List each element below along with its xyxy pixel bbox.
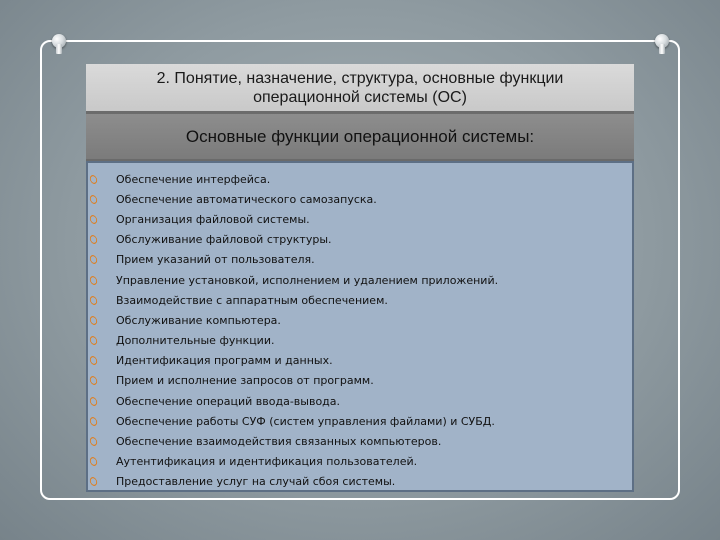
title-line-2: операционной системы (ОС) — [253, 88, 467, 106]
bullet-icon — [88, 274, 99, 286]
list-item: Обслуживание файловой структуры. — [88, 230, 632, 250]
bullet-icon — [88, 254, 99, 266]
functions-list: Обеспечение интерфейса. Обеспечение авто… — [88, 163, 632, 492]
list-item: Обеспечение автоматического самозапуска. — [88, 189, 632, 209]
list-item: Идентификация программ и данных. — [88, 351, 632, 371]
subtitle-text: Основные функции операционной системы: — [185, 126, 535, 146]
list-item: Управление установкой, исполнением и уда… — [88, 270, 632, 290]
list-item: Дополнительные функции. — [88, 331, 632, 351]
functions-list-panel: Обеспечение интерфейса. Обеспечение авто… — [86, 161, 634, 492]
bullet-icon — [88, 213, 99, 225]
bullet-icon — [88, 335, 99, 347]
bullet-icon — [88, 314, 99, 326]
list-item: Обеспечение операций ввода-вывода. — [88, 391, 632, 411]
title-line-1: 2. Понятие, назначение, структура, основ… — [156, 69, 564, 87]
list-item: Обеспечение интерфейса. — [88, 169, 632, 189]
bullet-icon — [88, 294, 99, 306]
list-item: Обслуживание компьютера. — [88, 310, 632, 330]
bullet-icon — [88, 375, 99, 387]
list-item: Обеспечение взаимодействия связанных ком… — [88, 431, 632, 451]
bullet-icon — [88, 415, 99, 427]
bullet-icon — [88, 476, 99, 488]
bullet-icon — [88, 193, 99, 205]
bullet-icon — [88, 395, 99, 407]
slide-subtitle: Основные функции операционной системы: — [86, 114, 634, 161]
bullet-icon — [88, 456, 99, 468]
list-item: Прием и исполнение запросов от программ. — [88, 371, 632, 391]
bullet-icon — [88, 436, 99, 448]
list-item: Организация файловой системы. — [88, 209, 632, 229]
slide-title: 2. Понятие, назначение, структура, основ… — [86, 64, 634, 114]
bullet-icon — [88, 234, 99, 246]
list-item: Обеспечение работы СУФ (систем управлени… — [88, 411, 632, 431]
bullet-icon — [88, 173, 99, 185]
list-item: Взаимодействие с аппаратным обеспечением… — [88, 290, 632, 310]
list-item: Аутентификация и идентификация пользоват… — [88, 452, 632, 472]
list-item: Прием указаний от пользователя. — [88, 250, 632, 270]
push-pin-icon — [52, 34, 66, 56]
push-pin-icon — [655, 34, 669, 56]
list-item: Предоставление услуг на случай сбоя сист… — [88, 472, 632, 492]
bullet-icon — [88, 355, 99, 367]
